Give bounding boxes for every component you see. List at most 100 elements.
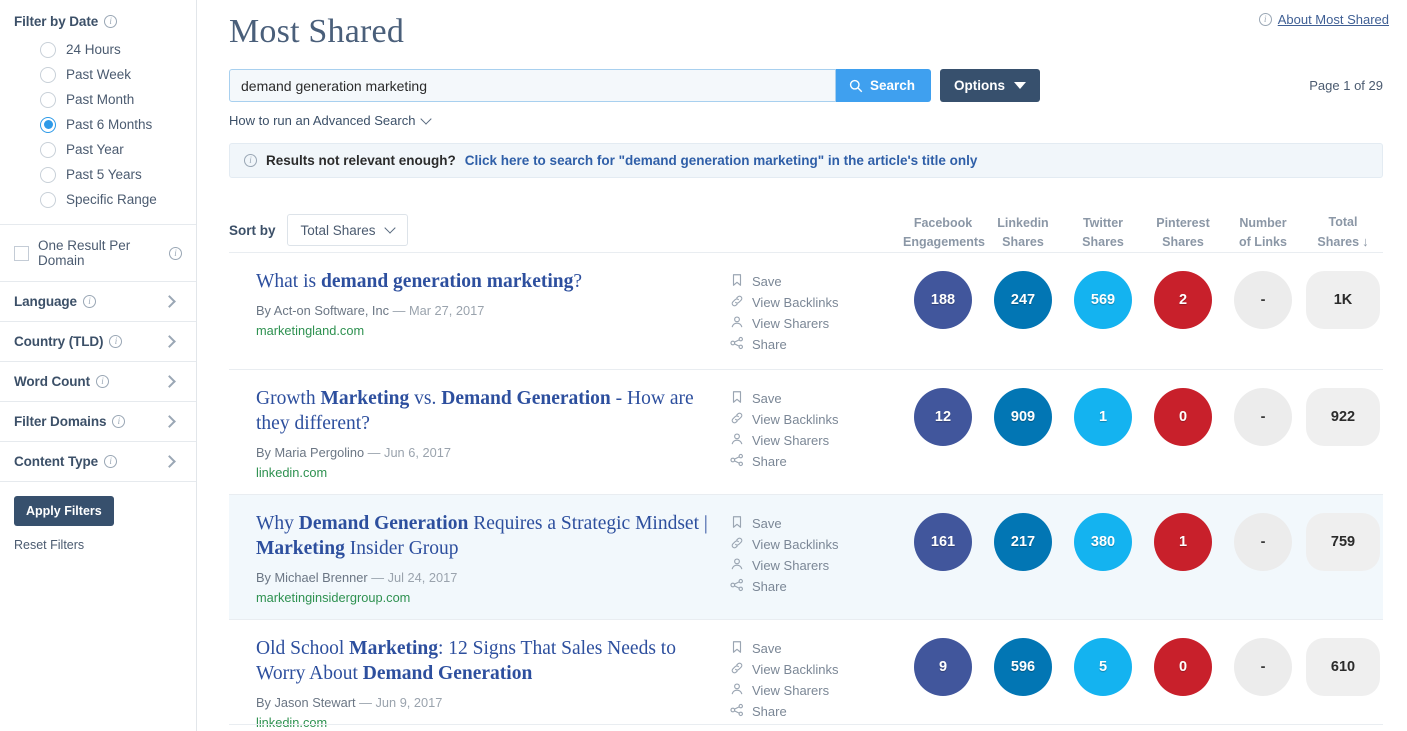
action-share[interactable]: Share	[730, 334, 894, 355]
date-filter-option-5[interactable]: Past 5 Years	[40, 162, 182, 187]
filter-accordion-country-tld[interactable]: Country (TLD) i	[0, 321, 196, 361]
result-domain[interactable]: linkedin.com	[256, 715, 714, 730]
result-author: By Maria Pergolino	[256, 445, 365, 460]
result-metrics: 188 247 569 2-1K	[903, 269, 1383, 329]
filter-accordion-content-type[interactable]: Content Type i	[0, 441, 196, 481]
result-title[interactable]: Old School Marketing: 12 Signs That Sale…	[256, 636, 714, 686]
action-label: Save	[752, 641, 782, 656]
filter-accordion-language[interactable]: Language i	[0, 281, 196, 321]
person-icon	[730, 315, 744, 332]
result-domain[interactable]: marketingland.com	[256, 323, 714, 338]
result-actions: Save View Backlinks View Sharers Share	[714, 511, 894, 597]
column-header-facebook[interactable]: Facebook Engagements	[903, 214, 985, 252]
reset-filters-link[interactable]: Reset Filters	[14, 538, 182, 552]
info-icon[interactable]: i	[104, 455, 118, 468]
metric-bubble-total: 922	[1306, 388, 1380, 446]
result-author: By Michael Brenner	[256, 570, 368, 585]
one-result-per-domain-checkbox[interactable]	[14, 245, 29, 261]
action-label: Save	[752, 516, 782, 531]
action-view-sharers[interactable]: View Sharers	[730, 680, 894, 701]
action-view-sharers[interactable]: View Sharers	[730, 430, 894, 451]
action-share[interactable]: Share	[730, 451, 894, 472]
notice-title-only-link[interactable]: Click here to search for "demand generat…	[465, 153, 978, 168]
column-header-linkedin[interactable]: Linkedin Shares	[983, 214, 1063, 252]
date-filter-option-6[interactable]: Specific Range	[40, 187, 182, 212]
action-view-backlinks[interactable]: View Backlinks	[730, 659, 894, 680]
apply-filters-button[interactable]: Apply Filters	[14, 496, 114, 526]
radio-button[interactable]	[40, 166, 56, 183]
action-label: View Backlinks	[752, 295, 839, 310]
date-filter-option-3[interactable]: Past 6 Months	[40, 112, 182, 137]
apply-filters-section: Apply Filters Reset Filters	[0, 481, 196, 566]
metric-cell-facebook: 9	[903, 638, 983, 696]
sort-arrow-icon: ↓	[1362, 234, 1369, 249]
action-save[interactable]: Save	[730, 388, 894, 409]
column-header-line1: Linkedin	[997, 216, 1049, 230]
filter-accordion-word-count[interactable]: Word Count i	[0, 361, 196, 401]
date-filter-option-1[interactable]: Past Week	[40, 62, 182, 87]
action-view-sharers[interactable]: View Sharers	[730, 555, 894, 576]
result-domain[interactable]: marketinginsidergroup.com	[256, 590, 714, 605]
action-view-backlinks[interactable]: View Backlinks	[730, 534, 894, 555]
page-count: Page 1 of 29	[1309, 78, 1383, 93]
action-save[interactable]: Save	[730, 638, 894, 659]
radio-button[interactable]	[40, 41, 56, 58]
action-label: Share	[752, 337, 787, 352]
metric-cell-facebook: 12	[903, 388, 983, 446]
action-share[interactable]: Share	[730, 576, 894, 597]
action-view-sharers[interactable]: View Sharers	[730, 313, 894, 334]
column-header-total[interactable]: Total Shares ↓	[1303, 213, 1383, 252]
result-title[interactable]: What is demand generation marketing?	[256, 269, 714, 294]
info-icon[interactable]: i	[109, 335, 123, 348]
info-icon[interactable]: i	[95, 375, 109, 388]
radio-button[interactable]	[40, 116, 56, 133]
action-save[interactable]: Save	[730, 271, 894, 292]
result-domain[interactable]: linkedin.com	[256, 465, 714, 480]
sort-by-select[interactable]: Total Shares	[286, 214, 408, 246]
metric-bubble-twitter: 569	[1074, 271, 1132, 329]
result-title[interactable]: Why Demand Generation Requires a Strateg…	[256, 511, 714, 561]
info-icon[interactable]: i	[82, 295, 96, 308]
result-title[interactable]: Growth Marketing vs. Demand Generation -…	[256, 386, 714, 436]
result-byline: By Act-on Software, Inc — Mar 27, 2017	[256, 303, 714, 318]
column-header-links[interactable]: Number of Links	[1223, 214, 1303, 252]
date-filter-option-0[interactable]: 24 Hours	[40, 37, 182, 62]
column-header-twitter[interactable]: Twitter Shares	[1063, 214, 1143, 252]
radio-button[interactable]	[40, 141, 56, 158]
about-most-shared-label[interactable]: About Most Shared	[1278, 12, 1389, 27]
radio-button[interactable]	[40, 66, 56, 83]
result-info: Why Demand Generation Requires a Strateg…	[229, 511, 714, 605]
date-filter-option-4[interactable]: Past Year	[40, 137, 182, 162]
radio-button[interactable]	[40, 91, 56, 108]
info-icon[interactable]: i	[112, 415, 126, 428]
info-icon[interactable]: i	[104, 15, 118, 28]
search-input[interactable]	[229, 69, 836, 102]
column-header-line2: Shares	[1082, 235, 1124, 249]
metric-cell-pinterest: 2	[1143, 271, 1223, 329]
action-save[interactable]: Save	[730, 513, 894, 534]
person-icon	[730, 682, 744, 699]
date-filter-option-label: Past Year	[66, 142, 124, 157]
metric-cell-facebook: 188	[903, 271, 983, 329]
share-nodes-icon	[730, 703, 744, 720]
action-view-backlinks[interactable]: View Backlinks	[730, 292, 894, 313]
action-label: View Sharers	[752, 558, 830, 573]
filter-accordion-filter-domains[interactable]: Filter Domains i	[0, 401, 196, 441]
one-result-per-domain-row[interactable]: One Result Per Domain i	[0, 225, 196, 281]
info-icon[interactable]: i	[169, 246, 182, 260]
metric-bubble-links: -	[1234, 388, 1292, 446]
result-author: By Act-on Software, Inc	[256, 303, 390, 318]
date-filter-option-2[interactable]: Past Month	[40, 87, 182, 112]
action-share[interactable]: Share	[730, 701, 894, 722]
options-button[interactable]: Options	[940, 69, 1041, 102]
radio-button[interactable]	[40, 191, 56, 208]
action-label: Share	[752, 454, 787, 469]
metric-cell-pinterest: 0	[1143, 638, 1223, 696]
column-header-pinterest[interactable]: Pinterest Shares	[1143, 214, 1223, 252]
advanced-search-toggle[interactable]: How to run an Advanced Search	[229, 112, 1383, 128]
action-view-backlinks[interactable]: View Backlinks	[730, 409, 894, 430]
search-button[interactable]: Search	[836, 69, 932, 102]
about-most-shared[interactable]: i About Most Shared	[1258, 12, 1389, 27]
metric-bubble-links: -	[1234, 271, 1292, 329]
accordion-label-wrap: Filter Domains i	[14, 414, 126, 429]
